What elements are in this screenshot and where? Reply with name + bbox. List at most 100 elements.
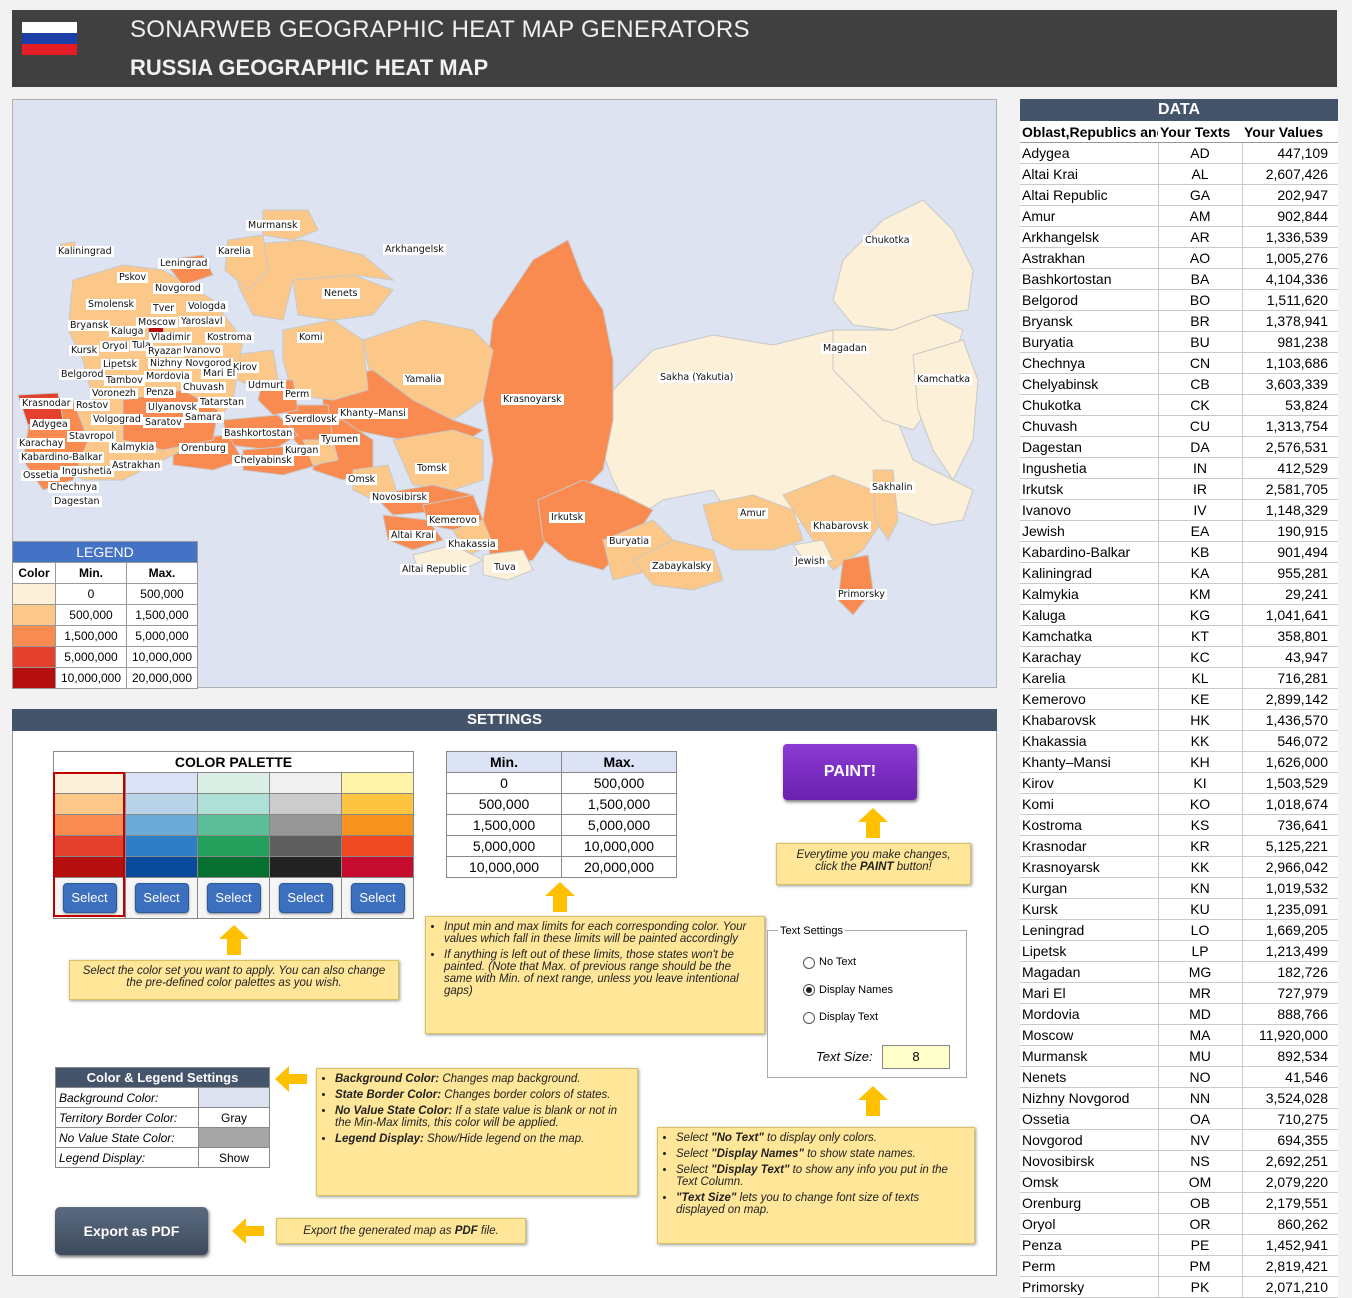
palette-swatch[interactable]	[269, 772, 342, 794]
region-value-cell[interactable]: 888,766	[1241, 1003, 1338, 1025]
region-name-cell[interactable]: Khabarovsk	[1020, 709, 1158, 731]
region-text-cell[interactable]: IV	[1157, 499, 1242, 521]
region-value-cell[interactable]: 1,103,686	[1241, 352, 1338, 374]
palette-swatch[interactable]	[197, 814, 270, 836]
region-name-cell[interactable]: Oryol	[1020, 1213, 1158, 1235]
region-value-cell[interactable]: 2,071,210	[1241, 1276, 1338, 1298]
limit-max-input[interactable]: 20,000,000	[561, 856, 677, 878]
region-value-cell[interactable]: 1,336,539	[1241, 226, 1338, 248]
region-value-cell[interactable]: 412,529	[1241, 457, 1338, 479]
palette-select-button[interactable]: Select	[206, 883, 261, 913]
region-name-cell[interactable]: Murmansk	[1020, 1045, 1158, 1067]
region-name-cell[interactable]: Chukotka	[1020, 394, 1158, 416]
region-text-cell[interactable]: NO	[1157, 1066, 1242, 1088]
region-text-cell[interactable]: DA	[1157, 436, 1242, 458]
region-value-cell[interactable]: 1,018,674	[1241, 793, 1338, 815]
region-text-cell[interactable]: CU	[1157, 415, 1242, 437]
region-text-cell[interactable]: KL	[1157, 667, 1242, 689]
region-name-cell[interactable]: Kemerovo	[1020, 688, 1158, 710]
region-name-cell[interactable]: Nenets	[1020, 1066, 1158, 1088]
region-text-cell[interactable]: CB	[1157, 373, 1242, 395]
region-name-cell[interactable]: Irkutsk	[1020, 478, 1158, 500]
region-text-cell[interactable]: HK	[1157, 709, 1242, 731]
region-text-cell[interactable]: KR	[1157, 835, 1242, 857]
region-value-cell[interactable]: 546,072	[1241, 730, 1338, 752]
region-name-cell[interactable]: Leningrad	[1020, 919, 1158, 941]
palette-swatch[interactable]	[125, 835, 198, 857]
region-value-cell[interactable]: 2,179,551	[1241, 1192, 1338, 1214]
region-text-cell[interactable]: PM	[1157, 1255, 1242, 1277]
region-name-cell[interactable]: Kursk	[1020, 898, 1158, 920]
region-text-cell[interactable]: BO	[1157, 289, 1242, 311]
paint-button[interactable]: PAINT!	[783, 744, 917, 800]
region-name-cell[interactable]: Ivanovo	[1020, 499, 1158, 521]
region-value-cell[interactable]: 1,213,499	[1241, 940, 1338, 962]
palette-swatch[interactable]	[341, 814, 414, 836]
region-value-cell[interactable]: 2,581,705	[1241, 478, 1338, 500]
text-size-input[interactable]: 8	[882, 1045, 950, 1069]
region-text-cell[interactable]: NV	[1157, 1129, 1242, 1151]
region-text-cell[interactable]: BA	[1157, 268, 1242, 290]
region-text-cell[interactable]: IR	[1157, 478, 1242, 500]
setting-value[interactable]: Show	[198, 1147, 270, 1168]
palette-swatch[interactable]	[269, 835, 342, 857]
region-text-cell[interactable]: KU	[1157, 898, 1242, 920]
region-name-cell[interactable]: Orenburg	[1020, 1192, 1158, 1214]
region-text-cell[interactable]: KS	[1157, 814, 1242, 836]
region-text-cell[interactable]: OM	[1157, 1171, 1242, 1193]
limit-max-input[interactable]: 500,000	[561, 772, 677, 794]
region-name-cell[interactable]: Kalmykia	[1020, 583, 1158, 605]
region-text-cell[interactable]: NS	[1157, 1150, 1242, 1172]
region-name-cell[interactable]: Komi	[1020, 793, 1158, 815]
region-value-cell[interactable]: 41,546	[1241, 1066, 1338, 1088]
region-value-cell[interactable]: 43,947	[1241, 646, 1338, 668]
region-text-cell[interactable]: OB	[1157, 1192, 1242, 1214]
region-name-cell[interactable]: Ossetia	[1020, 1108, 1158, 1130]
region-value-cell[interactable]: 447,109	[1241, 142, 1338, 164]
region-name-cell[interactable]: Kaluga	[1020, 604, 1158, 626]
region-name-cell[interactable]: Kabardino-Balkar	[1020, 541, 1158, 563]
region-value-cell[interactable]: 3,603,339	[1241, 373, 1338, 395]
palette-swatch[interactable]	[269, 856, 342, 878]
region-text-cell[interactable]: MR	[1157, 982, 1242, 1004]
palette-swatch[interactable]	[197, 835, 270, 857]
region-value-cell[interactable]: 5,125,221	[1241, 835, 1338, 857]
region-text-cell[interactable]: AD	[1157, 142, 1242, 164]
region-value-cell[interactable]: 2,692,251	[1241, 1150, 1338, 1172]
region-name-cell[interactable]: Khanty–Mansi	[1020, 751, 1158, 773]
region-name-cell[interactable]: Jewish	[1020, 520, 1158, 542]
radio-display-names[interactable]	[803, 984, 815, 996]
palette-swatch[interactable]	[125, 814, 198, 836]
region-value-cell[interactable]: 1,511,620	[1241, 289, 1338, 311]
region-value-cell[interactable]: 1,452,941	[1241, 1234, 1338, 1256]
region-value-cell[interactable]: 710,275	[1241, 1108, 1338, 1130]
region-text-cell[interactable]: KO	[1157, 793, 1242, 815]
region-name-cell[interactable]: Dagestan	[1020, 436, 1158, 458]
region-text-cell[interactable]: KK	[1157, 730, 1242, 752]
region-text-cell[interactable]: KK	[1157, 856, 1242, 878]
region-value-cell[interactable]: 716,281	[1241, 667, 1338, 689]
region-name-cell[interactable]: Krasnoyarsk	[1020, 856, 1158, 878]
region-value-cell[interactable]: 182,726	[1241, 961, 1338, 983]
region-value-cell[interactable]: 1,378,941	[1241, 310, 1338, 332]
region-text-cell[interactable]: NN	[1157, 1087, 1242, 1109]
radio-display-text[interactable]	[803, 1012, 815, 1024]
limit-min-input[interactable]: 0	[446, 772, 562, 794]
limit-min-input[interactable]: 1,500,000	[446, 814, 562, 836]
region-name-cell[interactable]: Bashkortostan	[1020, 268, 1158, 290]
limit-max-input[interactable]: 10,000,000	[561, 835, 677, 857]
region-text-cell[interactable]: GA	[1157, 184, 1242, 206]
region-name-cell[interactable]: Ingushetia	[1020, 457, 1158, 479]
region-name-cell[interactable]: Kurgan	[1020, 877, 1158, 899]
region-value-cell[interactable]: 1,436,570	[1241, 709, 1338, 731]
region-value-cell[interactable]: 4,104,336	[1241, 268, 1338, 290]
region-value-cell[interactable]: 1,148,329	[1241, 499, 1338, 521]
region-text-cell[interactable]: KA	[1157, 562, 1242, 584]
region-name-cell[interactable]: Chuvash	[1020, 415, 1158, 437]
limit-min-input[interactable]: 5,000,000	[446, 835, 562, 857]
region-value-cell[interactable]: 1,041,641	[1241, 604, 1338, 626]
region-value-cell[interactable]: 1,313,754	[1241, 415, 1338, 437]
region-text-cell[interactable]: PE	[1157, 1234, 1242, 1256]
region-name-cell[interactable]: Lipetsk	[1020, 940, 1158, 962]
region-value-cell[interactable]: 29,241	[1241, 583, 1338, 605]
